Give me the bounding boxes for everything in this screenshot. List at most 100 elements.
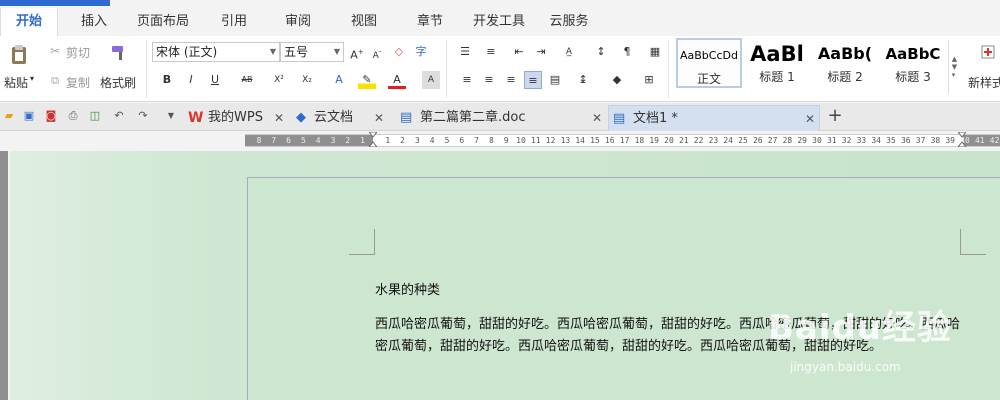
ruler-tick-label: 32 — [841, 136, 852, 145]
format-painter-button[interactable]: 格式刷 — [100, 74, 136, 91]
close-icon[interactable]: ✕ — [592, 105, 602, 131]
open-folder-icon[interactable]: ▰ — [2, 109, 16, 123]
ruler-tick-label: 26 — [752, 136, 763, 145]
print-preview-icon[interactable]: ◫ — [88, 109, 102, 123]
close-icon[interactable]: ✕ — [374, 105, 384, 131]
distributed-icon[interactable]: ▤ — [546, 71, 564, 89]
style-heading-1[interactable]: AaBl 标题 1 — [744, 38, 810, 88]
ruler-tick-label: 16 — [604, 136, 615, 145]
ruler-tick-label: 41 — [974, 136, 985, 145]
borders-icon[interactable]: ⊞ — [640, 71, 658, 89]
ruler-tick-label: 4 — [429, 136, 435, 145]
tab-references[interactable]: 引用 — [208, 8, 260, 36]
tab-home[interactable]: 开始 — [0, 8, 58, 36]
align-center-icon[interactable]: ≡ — [480, 71, 498, 89]
doc-tab-label: 文档1 * — [633, 111, 678, 126]
undo-icon[interactable]: ↶ — [112, 109, 126, 123]
ruler-tick-label: 6 — [459, 136, 465, 145]
tab-developer[interactable]: 开发工具 — [466, 8, 532, 36]
align-right-icon[interactable]: ≡ — [502, 71, 520, 89]
new-style-icon[interactable] — [978, 42, 998, 62]
ruler-tick-label: 36 — [900, 136, 911, 145]
ruler-tick-label: 25 — [738, 136, 748, 145]
change-case-icon[interactable]: A̲ — [560, 43, 578, 61]
separator — [146, 40, 147, 98]
highlight-icon[interactable]: ✎ — [358, 71, 376, 89]
increase-indent-icon[interactable]: ⇥ — [532, 43, 550, 61]
copy-icon[interactable]: ⧉ — [48, 74, 62, 88]
doc-tab-document1[interactable]: ▤ 文档1 * ✕ — [608, 105, 820, 131]
align-left-icon[interactable]: ≡ — [458, 71, 476, 89]
close-icon[interactable]: ✕ — [805, 106, 815, 132]
phonetic-icon[interactable]: 字 — [412, 43, 430, 61]
font-name-select[interactable]: 宋体 (正文) ▼ — [152, 42, 280, 62]
tab-page-layout[interactable]: 页面布局 — [128, 8, 198, 36]
redo-icon[interactable]: ↷ — [136, 109, 150, 123]
style-heading-3[interactable]: AaBbC 标题 3 — [880, 38, 946, 88]
document-heading: 水果的种类 — [375, 283, 441, 298]
doc-tab-chapter-doc[interactable]: ▤ 第二篇第二章.doc ✕ — [398, 105, 606, 131]
ruler-tick-label: 28 — [782, 136, 793, 145]
paste-icon[interactable] — [6, 42, 32, 68]
copy-button[interactable]: 复制 — [66, 74, 90, 91]
tab-view[interactable]: 视图 — [338, 8, 390, 36]
shrink-font-icon[interactable]: A- — [368, 43, 386, 61]
format-painter-icon[interactable] — [108, 42, 130, 64]
char-shading-icon[interactable]: A — [422, 71, 440, 89]
doc-tab-label: 云文档 — [314, 110, 354, 125]
ruler-tick-label: 14 — [575, 136, 585, 145]
bold-icon[interactable]: B — [158, 71, 176, 89]
close-icon[interactable]: ✕ — [274, 105, 284, 131]
style-normal[interactable]: AaBbCcDd 正文 — [676, 38, 742, 88]
ruler-indent-marker-left[interactable] — [369, 132, 377, 147]
italic-icon[interactable]: I — [182, 71, 200, 89]
paste-dropdown-icon[interactable]: ▾ — [30, 74, 34, 83]
new-tab-plus-icon[interactable]: + — [826, 107, 844, 125]
paste-button[interactable]: 粘贴 — [4, 74, 28, 91]
word-doc-icon: ▤ — [613, 111, 626, 126]
superscript-icon[interactable]: X² — [270, 71, 288, 89]
underline-icon[interactable]: U — [206, 71, 224, 89]
justify-icon[interactable]: ≡ — [524, 71, 542, 89]
show-marks-icon[interactable]: ¶ — [618, 43, 636, 61]
tab-review[interactable]: 审阅 — [272, 8, 324, 36]
font-color-icon[interactable]: A — [388, 71, 406, 89]
tab-insert[interactable]: 插入 — [68, 8, 120, 36]
export-pdf-icon[interactable]: ◙ — [44, 109, 58, 123]
ruler-tick-label: 21 — [678, 136, 689, 145]
style-heading-2[interactable]: AaBb( 标题 2 — [812, 38, 878, 88]
bullet-list-icon[interactable]: ☰ — [456, 43, 474, 61]
quick-access-bar: ▰ ▣ ◙ ⎙ ◫ ↶ ↷ ▼ W 我的WPS ✕ ◆ 云文档 ✕ ▤ 第二篇第… — [0, 103, 1000, 131]
ruler-indent-marker-right[interactable] — [958, 132, 966, 147]
doc-tab-my-wps[interactable]: W 我的WPS ✕ — [186, 105, 290, 131]
subscript-icon[interactable]: X₂ — [298, 71, 316, 89]
ruler-tick-label: 8 — [256, 136, 262, 145]
table-icon[interactable]: ▦ — [646, 43, 664, 61]
styles-scroll[interactable]: ▲ ▼ ▾ — [948, 40, 960, 94]
customize-dropdown-icon[interactable]: ▼ — [164, 109, 178, 123]
tab-chapter[interactable]: 章节 — [404, 8, 456, 36]
cut-button[interactable]: 剪切 — [66, 44, 90, 61]
ruler-area: 8 7 6 5 4 3 2 1 1 2 3 4 5 6 7 8 9 10 11 12 13 14 15 16 17 18 19 20 2… — [0, 131, 1000, 151]
grow-font-icon[interactable]: A+ — [348, 43, 366, 62]
decrease-indent-icon[interactable]: ⇤ — [510, 43, 528, 61]
shading-icon[interactable]: ◆ — [608, 71, 626, 89]
sort-icon[interactable]: ↕ — [592, 43, 610, 61]
line-spacing-icon[interactable]: ↨ — [574, 71, 592, 89]
font-size-select[interactable]: 五号 ▼ — [280, 42, 344, 62]
doc-tab-cloud-docs[interactable]: ◆ 云文档 ✕ — [294, 105, 390, 131]
numbered-list-icon[interactable]: ≡ — [482, 43, 500, 61]
save-icon[interactable]: ▣ — [22, 109, 36, 123]
vertical-ruler[interactable] — [0, 151, 8, 400]
new-style-button[interactable]: 新样式 — [968, 74, 1000, 90]
baidu-watermark-logo: Baidu经验 — [768, 308, 953, 348]
print-icon[interactable]: ⎙ — [66, 109, 80, 123]
style-sample: AaBl — [750, 42, 804, 66]
margin-corner-top-left — [349, 229, 375, 255]
text-effect-icon[interactable]: A — [330, 71, 348, 89]
clear-format-icon[interactable]: ◇ — [390, 43, 408, 61]
tab-cloud[interactable]: 云服务 — [542, 8, 596, 36]
scissors-icon[interactable]: ✂ — [48, 44, 62, 58]
horizontal-ruler[interactable]: 8 7 6 5 4 3 2 1 1 2 3 4 5 6 7 8 9 10 11 12 13 14 15 16 17 18 19 20 2… — [245, 132, 1000, 147]
strikethrough-icon[interactable]: AB — [238, 71, 256, 89]
